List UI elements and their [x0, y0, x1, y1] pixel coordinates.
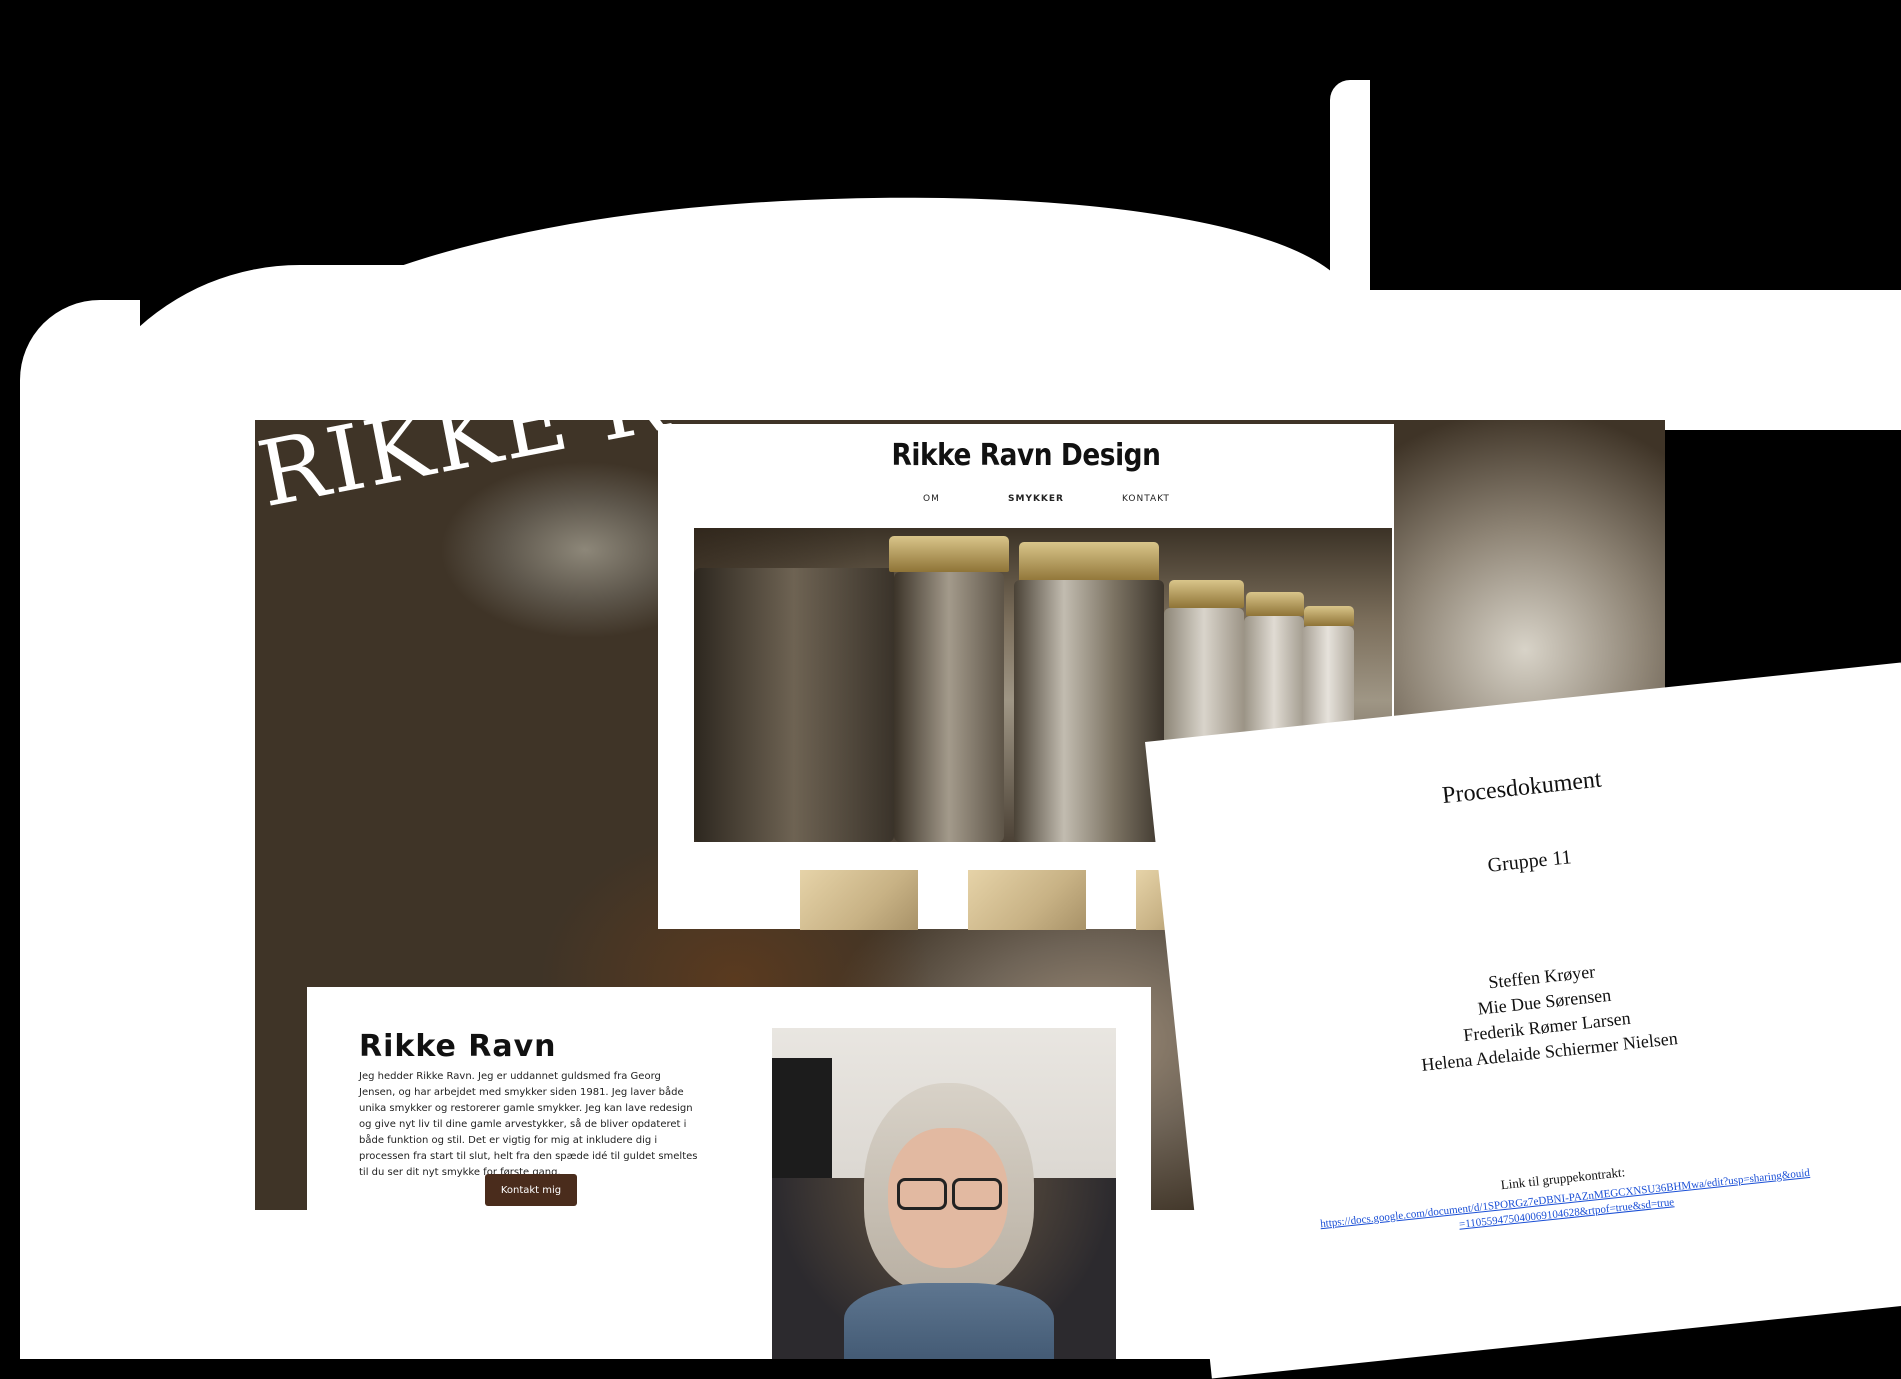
site-logo[interactable]: Rikke Ravn Design: [702, 438, 1350, 473]
nav-item-kontakt[interactable]: KONTAKT: [1122, 494, 1170, 504]
contact-button[interactable]: Kontakt mig: [485, 1174, 577, 1206]
process-document-page: Procesdokument Gruppe 11 Steffen Krøyer …: [1145, 662, 1901, 1379]
portrait-photo: [772, 1028, 1116, 1359]
white-blob-left-tail: [20, 300, 140, 1359]
nav-item-om[interactable]: OM: [923, 494, 940, 504]
site-navigation: OM SMYKKER KONTAKT: [658, 494, 1394, 514]
about-card: Rikke Ravn Jeg hedder Rikke Ravn. Jeg er…: [307, 987, 1151, 1359]
nav-item-smykker[interactable]: SMYKKER: [1008, 494, 1064, 504]
product-thumbnail[interactable]: [800, 870, 918, 930]
about-title: Rikke Ravn: [359, 1029, 557, 1064]
product-thumbnail[interactable]: [968, 870, 1086, 930]
about-text: Jeg hedder Rikke Ravn. Jeg er uddannet g…: [359, 1071, 698, 1178]
white-blob-right-spike: [1330, 80, 1370, 300]
white-blob-right-tail: [1330, 290, 1901, 430]
